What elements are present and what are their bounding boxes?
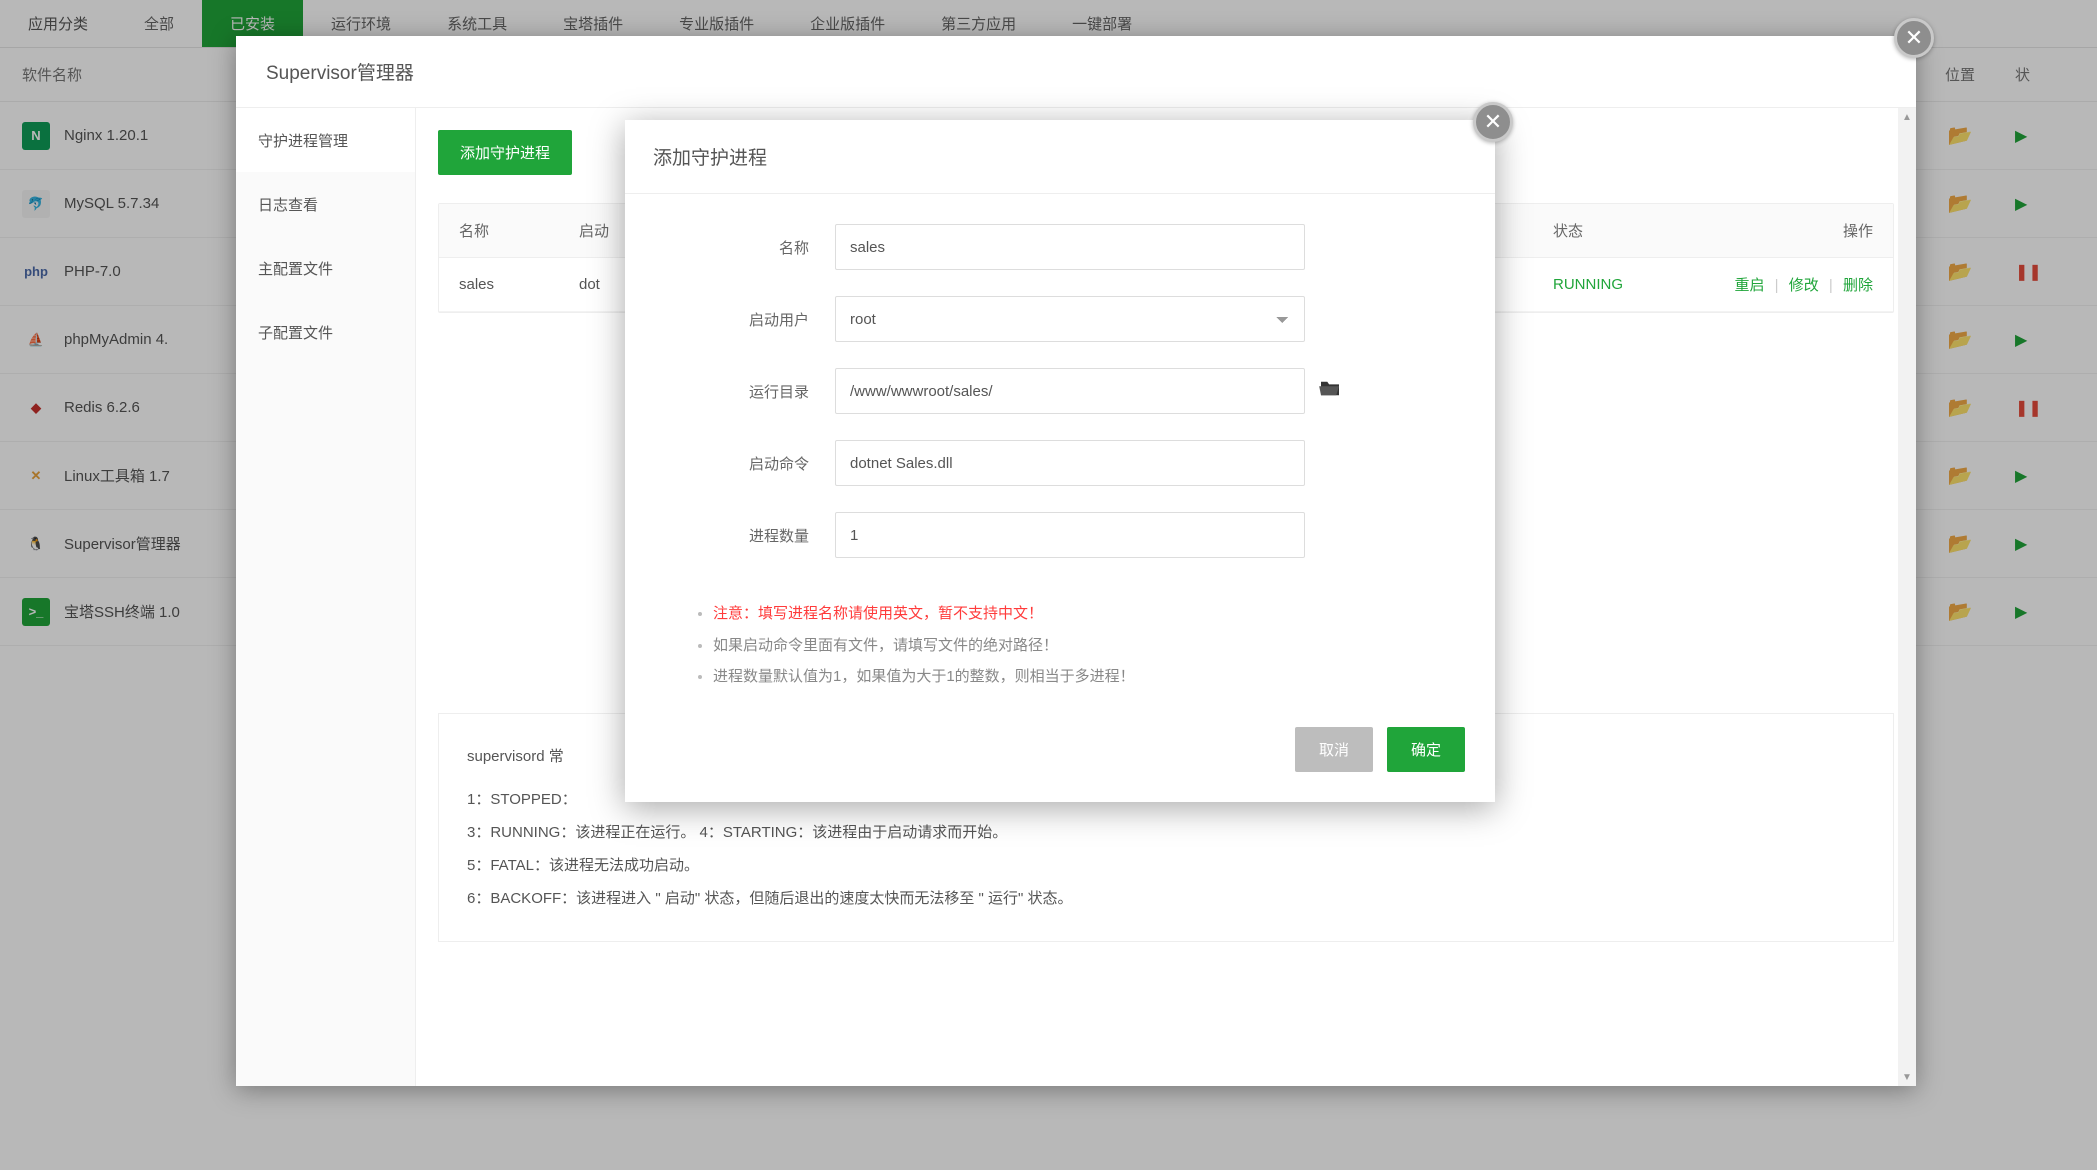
close-icon[interactable]: ✕ xyxy=(1894,18,1934,58)
cancel-button[interactable]: 取消 xyxy=(1295,727,1373,772)
note-item: 注意：填写进程名称请使用英文，暂不支持中文！ xyxy=(713,598,1465,630)
restart-link[interactable]: 重启 xyxy=(1734,277,1764,294)
note-item: 进程数量默认值为1，如果值为大于1的整数，则相当于多进程！ xyxy=(713,661,1465,693)
help-line: 5：FATAL：该进程无法成功启动。 xyxy=(467,849,1865,882)
scrollbar[interactable]: ▲ ▼ xyxy=(1898,108,1916,1086)
sidebar-item-main-config[interactable]: 主配置文件 xyxy=(236,236,415,300)
add-process-modal-title: 添加守护进程 xyxy=(625,120,1495,194)
dir-input[interactable] xyxy=(835,368,1305,414)
ok-button[interactable]: 确定 xyxy=(1387,727,1465,772)
close-icon[interactable]: ✕ xyxy=(1473,102,1513,142)
proc-status: RUNNING xyxy=(1553,276,1693,293)
help-line: 3：RUNNING：该进程正在运行。 4：STARTING：该进程由于启动请求而… xyxy=(467,816,1865,849)
col-proc-status: 状态 xyxy=(1553,220,1693,241)
add-process-form: 名称 启动用户 root 运行目录 启动命令 进程数量 xyxy=(625,194,1495,594)
supervisor-side-nav: 守护进程管理 日志查看 主配置文件 子配置文件 xyxy=(236,108,416,1086)
proc-ops: 重启 | 修改 | 删除 xyxy=(1693,274,1873,295)
edit-link[interactable]: 修改 xyxy=(1789,277,1819,294)
scroll-up-icon[interactable]: ▲ xyxy=(1898,108,1916,126)
scroll-down-icon[interactable]: ▼ xyxy=(1898,1068,1916,1086)
sidebar-item-sub-config[interactable]: 子配置文件 xyxy=(236,300,415,364)
name-input[interactable] xyxy=(835,224,1305,270)
user-select[interactable]: root xyxy=(835,296,1305,342)
help-line: 6：BACKOFF：该进程进入 " 启动" 状态，但随后退出的速度太快而无法移至… xyxy=(467,882,1865,915)
folder-icon[interactable] xyxy=(1319,379,1341,403)
supervisor-modal-title: Supervisor管理器 xyxy=(236,36,1916,108)
count-label: 进程数量 xyxy=(665,525,835,546)
add-process-button[interactable]: 添加守护进程 xyxy=(438,130,572,175)
sidebar-item-process-manage[interactable]: 守护进程管理 xyxy=(236,108,415,172)
col-proc-name: 名称 xyxy=(459,220,579,241)
count-input[interactable] xyxy=(835,512,1305,558)
proc-name: sales xyxy=(459,276,579,293)
name-label: 名称 xyxy=(665,237,835,258)
cmd-label: 启动命令 xyxy=(665,453,835,474)
dir-label: 运行目录 xyxy=(665,381,835,402)
modal-footer: 取消 确定 xyxy=(625,709,1495,802)
note-item: 如果启动命令里面有文件，请填写文件的绝对路径！ xyxy=(713,630,1465,662)
add-process-modal: ✕ 添加守护进程 名称 启动用户 root 运行目录 启动命令 进程数量 xyxy=(625,120,1495,802)
user-label: 启动用户 xyxy=(665,309,835,330)
col-proc-ops: 操作 xyxy=(1693,220,1873,241)
sidebar-item-log[interactable]: 日志查看 xyxy=(236,172,415,236)
form-notes: 注意：填写进程名称请使用英文，暂不支持中文！ 如果启动命令里面有文件，请填写文件… xyxy=(685,598,1465,693)
delete-link[interactable]: 删除 xyxy=(1843,277,1873,294)
cmd-input[interactable] xyxy=(835,440,1305,486)
